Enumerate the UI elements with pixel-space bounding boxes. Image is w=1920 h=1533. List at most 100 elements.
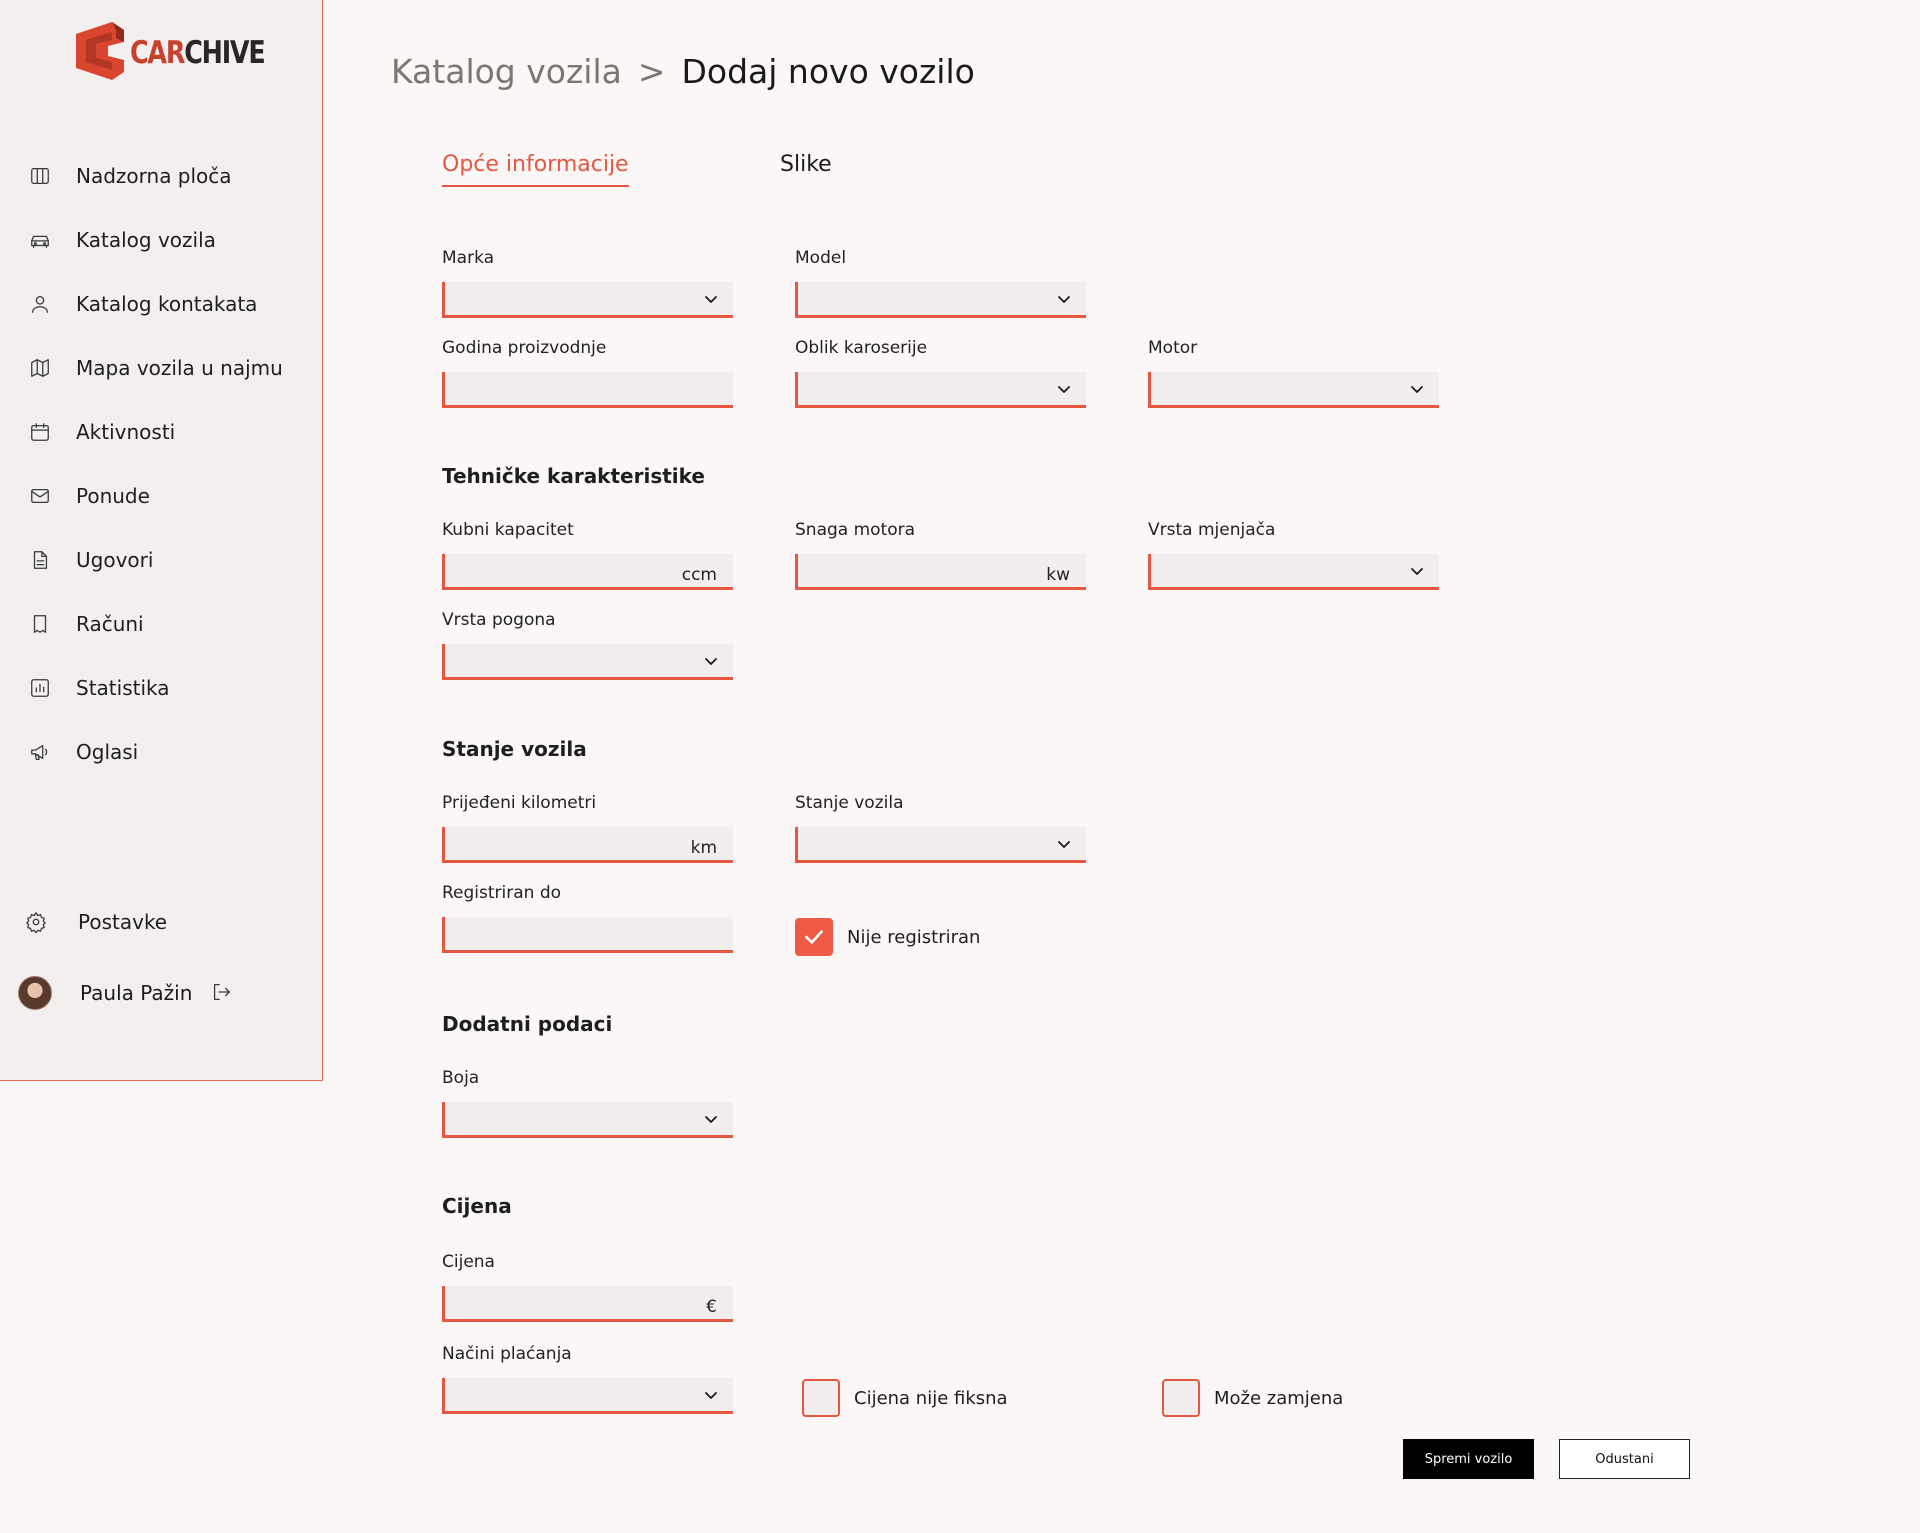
section-title-additional: Dodatni podaci bbox=[442, 1012, 613, 1036]
placanje-select[interactable] bbox=[442, 1378, 733, 1414]
unit-label: kw bbox=[1046, 564, 1070, 585]
oblik-label: Oblik karoserije bbox=[795, 338, 928, 358]
cijena-input[interactable]: € bbox=[442, 1286, 733, 1322]
sidebar-item-dashboard[interactable]: Nadzorna ploča bbox=[28, 160, 232, 192]
checkbox-box[interactable] bbox=[802, 1379, 840, 1417]
chevron-down-icon bbox=[1056, 381, 1072, 397]
stanje-label: Stanje vozila bbox=[795, 793, 904, 813]
registriran-label: Registriran do bbox=[442, 883, 562, 903]
dashboard-icon bbox=[28, 164, 52, 188]
kubni-input[interactable]: ccm bbox=[442, 554, 733, 590]
logout-icon[interactable] bbox=[210, 981, 234, 1005]
stanje-select[interactable] bbox=[795, 827, 1086, 863]
sidebar-item-label: Ponude bbox=[76, 484, 150, 508]
cancel-button[interactable]: Odustani bbox=[1559, 1439, 1690, 1479]
sidebar: CARCHIVE Nadzorna ploča Katalog vozila K… bbox=[0, 0, 323, 1081]
sidebar-item-offers[interactable]: Ponude bbox=[28, 480, 150, 512]
godina-label: Godina proizvodnje bbox=[442, 338, 607, 358]
unit-label: € bbox=[706, 1296, 717, 1317]
breadcrumb-separator: > bbox=[637, 52, 666, 91]
sidebar-item-label: Oglasi bbox=[76, 740, 139, 764]
chevron-down-icon bbox=[1409, 381, 1425, 397]
chevron-down-icon bbox=[1056, 836, 1072, 852]
user-name: Paula Pažin bbox=[80, 981, 193, 1005]
logo[interactable]: CARCHIVE bbox=[72, 20, 294, 82]
sidebar-item-label: Ugovori bbox=[76, 548, 154, 572]
chart-icon bbox=[28, 676, 52, 700]
chevron-down-icon bbox=[703, 653, 719, 669]
motor-label: Motor bbox=[1148, 338, 1198, 358]
sidebar-item-activities[interactable]: Aktivnosti bbox=[28, 416, 175, 448]
kilometri-input[interactable]: km bbox=[442, 827, 733, 863]
section-title-price: Cijena bbox=[442, 1194, 512, 1218]
logo-icon bbox=[76, 22, 124, 80]
chevron-down-icon bbox=[703, 1111, 719, 1127]
user-icon bbox=[28, 292, 52, 316]
page-title: Dodaj novo vozilo bbox=[681, 52, 975, 91]
sidebar-item-vehicle-catalog[interactable]: Katalog vozila bbox=[28, 224, 216, 256]
chevron-down-icon bbox=[1409, 563, 1425, 579]
tab-images[interactable]: Slike bbox=[780, 152, 832, 185]
sidebar-item-invoices[interactable]: Računi bbox=[28, 608, 144, 640]
moze-zamjena-checkbox[interactable]: Može zamjena bbox=[1162, 1379, 1343, 1417]
tab-general-info[interactable]: Opće informacije bbox=[442, 152, 629, 187]
boja-label: Boja bbox=[442, 1068, 480, 1088]
chevron-down-icon bbox=[703, 291, 719, 307]
unit-label: km bbox=[690, 837, 717, 858]
sidebar-item-label: Nadzorna ploča bbox=[76, 164, 232, 188]
section-title-condition: Stanje vozila bbox=[442, 737, 587, 761]
sidebar-item-rental-map[interactable]: Mapa vozila u najmu bbox=[28, 352, 283, 384]
mjenjac-label: Vrsta mjenjača bbox=[1148, 520, 1276, 540]
document-icon bbox=[28, 548, 52, 572]
settings-label: Postavke bbox=[78, 910, 168, 934]
gear-icon bbox=[24, 910, 48, 934]
model-label: Model bbox=[795, 248, 847, 268]
marka-label: Marka bbox=[442, 248, 495, 268]
sidebar-item-statistics[interactable]: Statistika bbox=[28, 672, 170, 704]
boja-select[interactable] bbox=[442, 1102, 733, 1138]
checkbox-label: Nije registriran bbox=[847, 926, 981, 948]
oblik-select[interactable] bbox=[795, 372, 1086, 408]
sidebar-item-label: Računi bbox=[76, 612, 144, 636]
car-icon bbox=[28, 228, 52, 252]
logo-text: CARCHIVE bbox=[130, 35, 266, 71]
sidebar-item-contacts[interactable]: Katalog kontakata bbox=[28, 288, 257, 320]
snaga-input[interactable]: kw bbox=[795, 554, 1086, 590]
chevron-down-icon bbox=[703, 1387, 719, 1403]
model-select[interactable] bbox=[795, 282, 1086, 318]
map-icon bbox=[28, 356, 52, 380]
motor-select[interactable] bbox=[1148, 372, 1439, 408]
sidebar-item-label: Statistika bbox=[76, 676, 170, 700]
calendar-icon bbox=[28, 420, 52, 444]
checkbox-box[interactable] bbox=[795, 918, 833, 956]
sidebar-item-label: Katalog vozila bbox=[76, 228, 216, 252]
user-profile[interactable]: Paula Pažin bbox=[18, 976, 234, 1010]
megaphone-icon bbox=[28, 740, 52, 764]
godina-input[interactable] bbox=[442, 372, 733, 408]
breadcrumb: Katalog vozila > Dodaj novo vozilo bbox=[391, 52, 975, 91]
kubni-label: Kubni kapacitet bbox=[442, 520, 574, 540]
checkbox-label: Može zamjena bbox=[1214, 1387, 1344, 1409]
pogon-select[interactable] bbox=[442, 644, 733, 680]
receipt-icon bbox=[28, 612, 52, 636]
registriran-input[interactable] bbox=[442, 917, 733, 953]
sidebar-item-contracts[interactable]: Ugovori bbox=[28, 544, 153, 576]
mjenjac-select[interactable] bbox=[1148, 554, 1439, 590]
sidebar-item-settings[interactable]: Postavke bbox=[24, 906, 167, 938]
save-button[interactable]: Spremi vozilo bbox=[1403, 1439, 1534, 1479]
sidebar-item-ads[interactable]: Oglasi bbox=[28, 736, 138, 768]
snaga-label: Snaga motora bbox=[795, 520, 916, 540]
placanje-label: Načini plaćanja bbox=[442, 1344, 572, 1364]
avatar[interactable] bbox=[18, 976, 52, 1010]
kilometri-label: Prijeđeni kilometri bbox=[442, 793, 597, 813]
sidebar-item-label: Aktivnosti bbox=[76, 420, 176, 444]
marka-select[interactable] bbox=[442, 282, 733, 318]
cijena-label: Cijena bbox=[442, 1252, 495, 1272]
breadcrumb-parent[interactable]: Katalog vozila bbox=[391, 52, 622, 91]
chevron-down-icon bbox=[1056, 291, 1072, 307]
mail-icon bbox=[28, 484, 52, 508]
checkbox-label: Cijena nije fiksna bbox=[854, 1387, 1008, 1409]
cijena-nije-fiksna-checkbox[interactable]: Cijena nije fiksna bbox=[802, 1379, 1008, 1417]
nije-registriran-checkbox[interactable]: Nije registriran bbox=[795, 918, 980, 956]
checkbox-box[interactable] bbox=[1162, 1379, 1200, 1417]
